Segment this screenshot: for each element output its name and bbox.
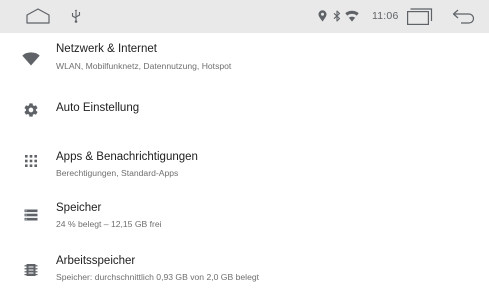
settings-item-network[interactable]: Netzwerk & Internet WLAN, Mobilfunknetz,… [0,33,489,85]
memory-icon [22,261,40,279]
settings-screen: 11:06 Netzwerk & Internet WLAN, Mobilfun [0,0,489,297]
settings-item-storage[interactable]: Speicher 24 % belegt – 12,15 GB frei [0,185,489,235]
settings-item-apps[interactable]: Apps & Benachrichtigungen Berechtigungen… [0,135,489,185]
usb-icon [71,9,81,23]
settings-item-title: Auto Einstellung [56,102,140,114]
gear-icon [22,101,40,119]
settings-item-subtitle: Speicher: durchschnittlich 0,93 GB von 2… [56,272,260,282]
storage-icon [22,206,40,224]
apps-grid-icon [22,152,40,170]
settings-item-title: Arbeitsspeicher [56,255,136,267]
clock: 11:06 [372,10,399,22]
settings-item-memory[interactable]: Arbeitsspeicher Speicher: durchschnittli… [0,235,489,297]
settings-item-subtitle: 24 % belegt – 12,15 GB frei [56,219,162,229]
settings-item-title: Apps & Benachrichtigungen [56,151,198,163]
location-icon [318,10,327,22]
recent-apps-icon[interactable] [407,8,433,25]
settings-item-car[interactable]: Auto Einstellung [0,85,489,135]
back-icon[interactable] [452,9,476,24]
status-bar: 11:06 [0,0,489,33]
settings-item-subtitle: WLAN, Mobilfunknetz, Datennutzung, Hotsp… [56,61,232,71]
wifi-icon [22,50,40,68]
wifi-icon [345,10,359,22]
home-icon[interactable] [26,8,50,24]
settings-item-subtitle: Berechtigungen, Standard-Apps [56,168,179,178]
bluetooth-icon [333,10,341,22]
settings-item-title: Speicher [56,202,102,214]
settings-item-title: Netzwerk & Internet [56,43,157,55]
